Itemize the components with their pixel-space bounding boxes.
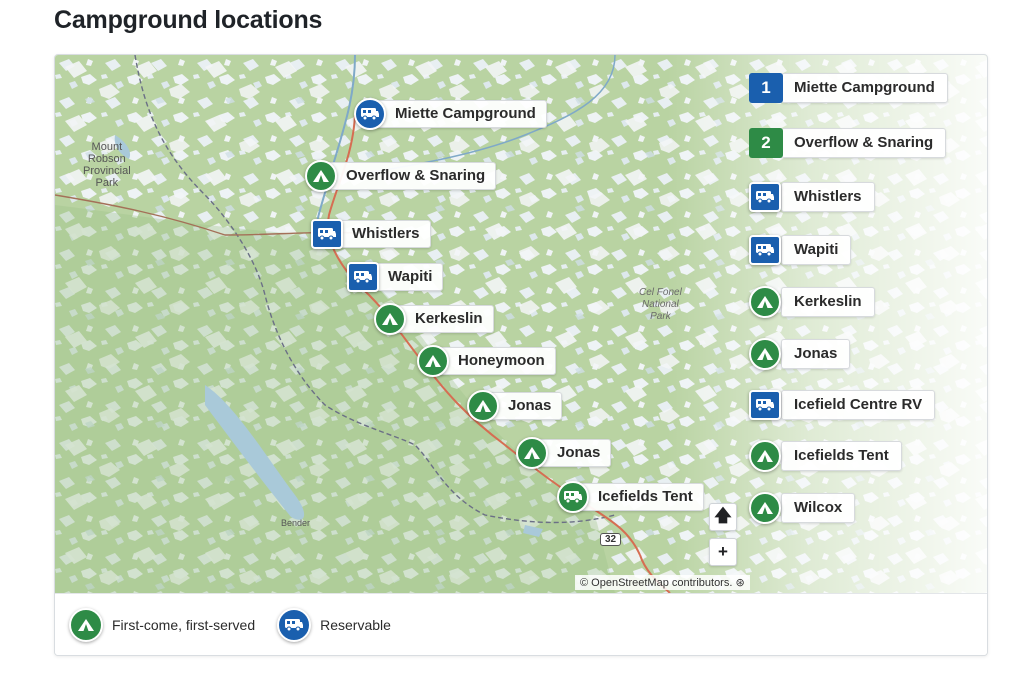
map-view[interactable]: Mount Robson Provincial Park Cel Fonel N… — [55, 55, 987, 593]
park-label-line: Robson — [87, 153, 126, 165]
park-label-line: Provincial — [83, 165, 131, 177]
list-item-label: Overflow & Snaring — [781, 128, 947, 158]
list-item-icefields-tent[interactable]: Icefields Tent — [749, 440, 902, 472]
page-title: Campground locations — [54, 6, 323, 34]
list-item-jonas[interactable]: Jonas — [749, 338, 851, 370]
number-badge: 1 — [749, 73, 783, 103]
legend-label: First-come, first-served — [112, 617, 256, 633]
list-item-whistlers[interactable]: Whistlers — [749, 182, 875, 212]
park-label-left: Mount Robson Provincial Park — [83, 141, 131, 189]
marker-label: Honeymoon — [435, 347, 556, 375]
marker-label: Whistlers — [329, 220, 431, 248]
list-item-label: Wilcox — [781, 493, 856, 523]
rv-icon — [557, 481, 589, 513]
list-item-miette[interactable]: 1 Miette Campground — [749, 73, 948, 103]
list-item-label: Icefield Centre RV — [781, 390, 936, 420]
tent-icon — [374, 303, 406, 335]
marker-label: Overflow & Snaring — [323, 162, 497, 190]
legend-entry-rv: Reservable — [277, 608, 391, 642]
map-marker-miette[interactable]: Miette Campground — [354, 98, 547, 130]
list-item-wilcox[interactable]: Wilcox — [749, 492, 856, 524]
map-marker-wapiti[interactable]: Wapiti — [347, 262, 444, 292]
tent-icon — [749, 492, 781, 524]
list-item-label: Miette Campground — [781, 73, 948, 103]
marker-label: Icefields Tent — [575, 483, 704, 511]
tent-icon — [749, 440, 781, 472]
list-item-label: Wapiti — [781, 235, 852, 265]
list-item-label: Icefields Tent — [781, 441, 902, 471]
tent-icon — [417, 345, 449, 377]
park-label-line: National — [642, 299, 679, 310]
town-label: Bender — [281, 518, 311, 528]
map-marker-icefields-tent[interactable]: Icefields Tent — [557, 481, 704, 513]
park-label-line: Park — [95, 177, 119, 189]
tent-icon — [516, 437, 548, 469]
list-item-icefield-centre-rv[interactable]: Icefield Centre RV — [749, 390, 936, 420]
rv-icon — [347, 262, 379, 292]
map-marker-jonas-2[interactable]: Jonas — [516, 437, 612, 469]
number-badge: 2 — [749, 128, 783, 158]
rv-icon — [277, 608, 312, 642]
road-shield: 32 — [600, 533, 622, 546]
north-up-button[interactable]: 🡅 — [709, 503, 737, 531]
arrow-up-icon: 🡅 — [714, 505, 732, 525]
list-item-label: Whistlers — [781, 182, 875, 212]
map-marker-whistlers[interactable]: Whistlers — [311, 219, 431, 249]
map-attribution[interactable]: © OpenStreetMap contributors. ⊛ — [575, 575, 750, 590]
list-item-label: Jonas — [781, 339, 851, 369]
list-item-overflow-snaring[interactable]: 2 Overflow & Snaring — [749, 128, 947, 158]
park-label-right: Cel Fonel National Park — [639, 287, 682, 323]
list-item-kerkeslin[interactable]: Kerkeslin — [749, 286, 875, 318]
park-label-line: Cel Fonel — [639, 287, 682, 298]
marker-label: Miette Campground — [372, 100, 547, 128]
rv-icon — [311, 219, 343, 249]
map-marker-honeymoon[interactable]: Honeymoon — [417, 345, 556, 377]
legend-entry-tent: First-come, first-served — [69, 608, 255, 642]
legend: First-come, first-served Reservable — [55, 593, 987, 655]
list-item-label: Kerkeslin — [781, 287, 875, 317]
rv-icon — [749, 182, 781, 212]
rv-icon — [354, 98, 386, 130]
list-item-wapiti[interactable]: Wapiti — [749, 235, 852, 265]
map-marker-kerkeslin[interactable]: Kerkeslin — [374, 303, 494, 335]
zoom-in-button[interactable]: + — [709, 538, 737, 566]
map-card: Mount Robson Provincial Park Cel Fonel N… — [54, 54, 988, 656]
park-label-line: Mount — [91, 141, 123, 153]
rv-icon — [749, 235, 781, 265]
rv-icon — [749, 390, 781, 420]
tent-icon — [305, 160, 337, 192]
map-marker-jonas-1[interactable]: Jonas — [467, 390, 563, 422]
tent-icon — [749, 338, 781, 370]
tent-icon — [749, 286, 781, 318]
map-marker-overflow-snaring[interactable]: Overflow & Snaring — [305, 160, 497, 192]
tent-icon — [467, 390, 499, 422]
park-label-line: Park — [650, 311, 671, 322]
tent-icon — [69, 608, 103, 642]
legend-label: Reservable — [320, 617, 391, 633]
plus-icon: + — [718, 542, 728, 561]
marker-label: Kerkeslin — [392, 305, 494, 333]
